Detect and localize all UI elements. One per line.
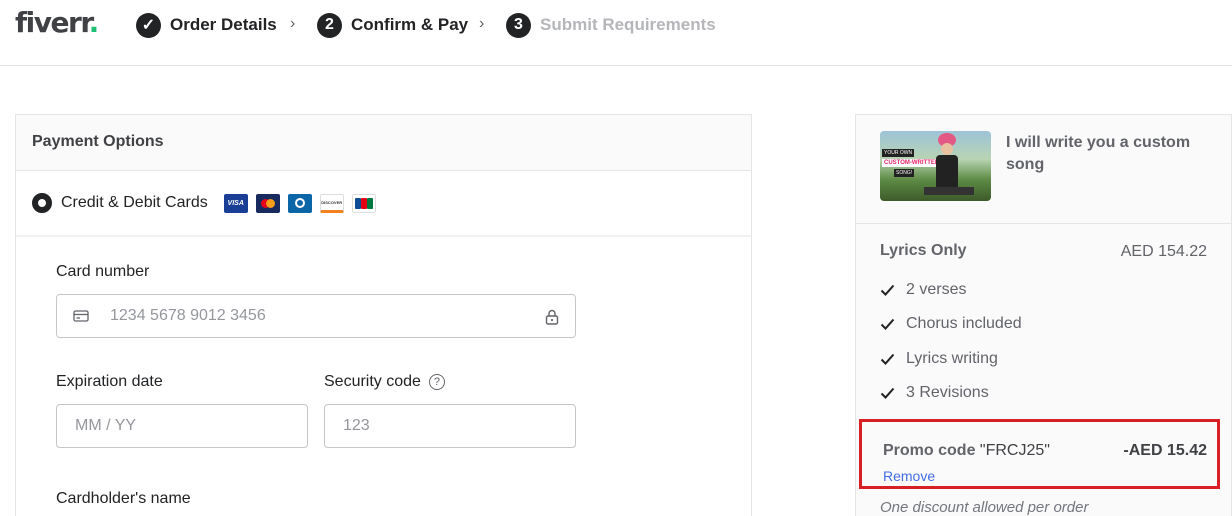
payment-options-title: Payment Options xyxy=(16,115,751,171)
feature-item: 3 Revisions xyxy=(880,384,989,402)
credit-debit-label: Credit & Debit Cards xyxy=(61,194,208,211)
step-submit-requirements: 3 Submit Requirements xyxy=(506,12,716,38)
promo-code-label: Promo code "FRCJ25" xyxy=(883,442,1050,459)
promo-discount-amount: -AED 15.42 xyxy=(1123,442,1207,459)
remove-promo-link[interactable]: Remove xyxy=(883,468,935,484)
feature-item: Lyrics writing xyxy=(880,350,998,368)
check-icon xyxy=(880,387,897,399)
top-header: fiverr. ✓ Order Details › 2 Confirm & Pa… xyxy=(0,0,1232,66)
payment-options-panel: Payment Options Credit & Debit Cards VIS… xyxy=(15,114,752,516)
card-number-placeholder: 1234 5678 9012 3456 xyxy=(110,307,266,324)
credit-debit-option[interactable]: Credit & Debit Cards VISA DISCOVER xyxy=(16,171,751,237)
expiration-placeholder: MM / YY xyxy=(75,417,137,434)
gig-title[interactable]: I will write you a custom song xyxy=(1006,132,1216,176)
package-name: Lyrics Only xyxy=(880,242,967,259)
check-icon xyxy=(880,353,897,365)
mastercard-icon xyxy=(255,193,280,213)
expiration-date-label: Expiration date xyxy=(56,373,163,390)
radio-selected-icon[interactable] xyxy=(32,193,52,213)
help-icon[interactable]: ? xyxy=(428,373,445,390)
divider xyxy=(856,223,1231,224)
lock-icon xyxy=(545,309,559,325)
feature-item: 2 verses xyxy=(880,281,966,299)
chevron-right-icon: › xyxy=(479,15,485,32)
feature-item: Chorus included xyxy=(880,315,1022,333)
step-label: Confirm & Pay xyxy=(351,15,469,34)
fiverr-logo[interactable]: fiverr. xyxy=(15,6,99,39)
security-code-input[interactable]: 123 xyxy=(324,404,576,448)
card-number-label: Card number xyxy=(56,263,150,280)
security-code-placeholder: 123 xyxy=(343,417,370,434)
card-number-input[interactable]: 1234 5678 9012 3456 xyxy=(56,294,576,338)
discover-icon: DISCOVER xyxy=(319,193,344,213)
package-price: AED 154.22 xyxy=(1120,243,1207,260)
diners-icon xyxy=(287,193,312,213)
check-icon: ✓ xyxy=(136,12,161,38)
check-icon xyxy=(880,318,897,330)
check-icon xyxy=(880,284,897,296)
step-label: Submit Requirements xyxy=(540,15,716,34)
cardholder-name-label: Cardholder's name xyxy=(56,490,191,507)
step-confirm-pay: 2 Confirm & Pay xyxy=(317,12,468,38)
gig-thumbnail[interactable]: YOUR OWN CUSTOM-WRITTEN SONG! xyxy=(880,131,991,201)
jcb-icon xyxy=(351,193,376,213)
step-label: Order Details xyxy=(170,15,277,34)
order-summary-panel: YOUR OWN CUSTOM-WRITTEN SONG! I will wri… xyxy=(855,114,1232,516)
expiration-date-input[interactable]: MM / YY xyxy=(56,404,308,448)
discount-note: One discount allowed per order xyxy=(880,499,1089,516)
promo-code-highlight: Promo code "FRCJ25" -AED 15.42 Remove xyxy=(859,419,1220,489)
credit-card-icon xyxy=(73,310,89,322)
step-number: 2 xyxy=(317,12,342,38)
step-order-details[interactable]: ✓ Order Details xyxy=(136,12,277,38)
step-number: 3 xyxy=(506,12,531,38)
chevron-right-icon: › xyxy=(290,15,296,32)
visa-icon: VISA xyxy=(223,193,248,213)
security-code-label: Security code? xyxy=(324,373,445,391)
